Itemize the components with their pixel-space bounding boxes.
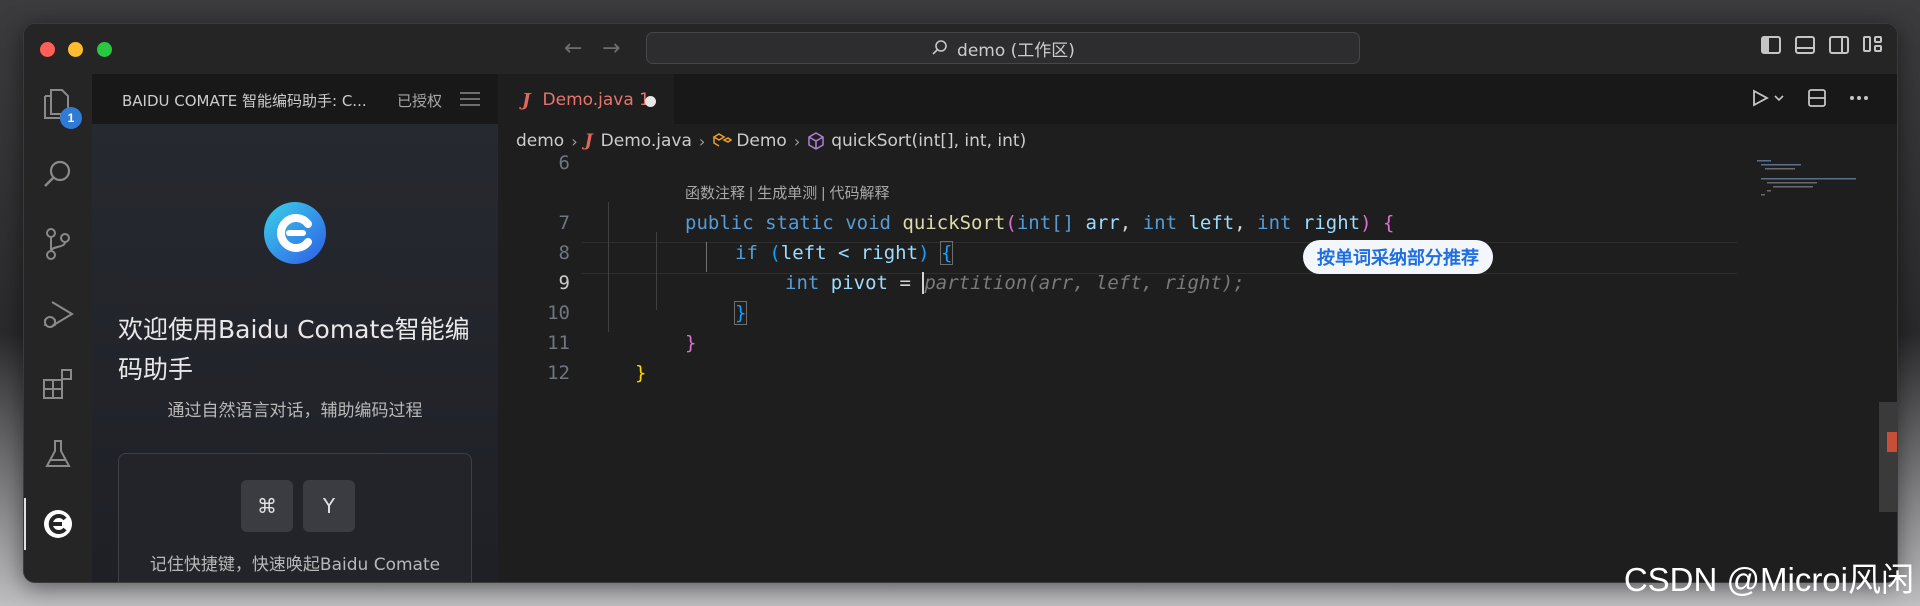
- java-file-icon: J: [522, 89, 531, 111]
- tab-demo-java[interactable]: J Demo.java 1: [498, 74, 674, 124]
- auth-status: 已授权: [397, 92, 443, 110]
- line-number-current: 9: [558, 272, 570, 294]
- line-number: 8: [558, 242, 570, 264]
- method-cube-icon: [808, 132, 824, 150]
- explorer-badge: 1: [60, 107, 82, 129]
- code-editor[interactable]: 6 函数注释 | 生成单测 | 代码解释 7 public static voi…: [498, 152, 1897, 582]
- welcome-title: 欢迎使用Baidu Comate智能编码助手: [118, 315, 470, 384]
- chevron-right-icon: ›: [571, 131, 578, 151]
- tab-bar: J Demo.java 1: [498, 74, 1897, 124]
- customize-layout-icon[interactable]: [1863, 36, 1883, 54]
- layout-controls: [1761, 36, 1883, 54]
- split-editor-icon[interactable]: [1807, 88, 1827, 108]
- java-file-icon: J: [584, 131, 593, 151]
- shortcut-hint: 记住快捷键，快速唤起Baidu Comate: [149, 555, 441, 575]
- shortcut-card: ⌘ Y 记住快捷键，快速唤起Baidu Comate: [118, 453, 472, 582]
- code-line-11: }: [685, 332, 697, 354]
- more-actions-icon[interactable]: [1849, 95, 1869, 101]
- code-line-10: }: [733, 301, 748, 325]
- comate-sidebar: BAIDU COMATE 智能编码助手: C... 已授权 欢迎使用Baidu …: [92, 74, 498, 582]
- class-icon: [712, 133, 733, 147]
- search-icon[interactable]: [24, 144, 92, 204]
- indent-guide-active: [706, 242, 707, 272]
- extensions-icon[interactable]: [24, 354, 92, 414]
- breadcrumb-folder[interactable]: demo: [516, 131, 564, 151]
- breadcrumb-class[interactable]: Demo: [736, 131, 787, 151]
- toggle-panel-icon[interactable]: [1795, 36, 1815, 54]
- chevron-right-icon: ›: [698, 131, 706, 151]
- line-number: 11: [547, 332, 570, 354]
- breadcrumb: demo › J Demo.java › Demo › quickSort(in…: [498, 124, 1897, 158]
- editor-actions: [1751, 88, 1869, 108]
- scrollbar-thumb[interactable]: [1879, 402, 1897, 512]
- sidebar-title: BAIDU COMATE 智能编码助手: C...: [122, 92, 367, 110]
- minimize-window-button[interactable]: [68, 42, 83, 57]
- maximize-window-button[interactable]: [97, 42, 112, 57]
- codelens-actions[interactable]: 函数注释 | 生成单测 | 代码解释: [685, 182, 889, 203]
- unsaved-dot-icon[interactable]: [645, 96, 656, 107]
- title-bar: ← → demo (工作区): [24, 24, 1897, 75]
- line-number: 12: [547, 362, 570, 384]
- command-center[interactable]: demo (工作区): [646, 32, 1360, 64]
- code-line-8: if (left < right) {: [735, 241, 954, 265]
- breadcrumb-method[interactable]: quickSort(int[], int, int): [831, 131, 1026, 151]
- error-marker: [1887, 432, 1897, 452]
- activity-bar: 1: [24, 74, 93, 582]
- source-control-icon[interactable]: [24, 214, 92, 274]
- breadcrumb-file[interactable]: Demo.java: [601, 131, 692, 151]
- comate-logo: [264, 202, 326, 264]
- indent-guide: [656, 232, 657, 310]
- code-line-12: }: [635, 362, 647, 384]
- code-line-7: public static void quickSort(int[] arr, …: [685, 212, 1395, 234]
- search-icon: [932, 40, 947, 55]
- explorer-icon[interactable]: 1: [24, 74, 92, 134]
- close-window-button[interactable]: [40, 42, 55, 57]
- vertical-scrollbar[interactable]: [1879, 158, 1897, 582]
- editor-window: ← → demo (工作区) 1 BAIDU COMATE 智能编码助手: C.…: [23, 23, 1898, 583]
- comate-icon[interactable]: [24, 494, 92, 554]
- welcome-subtitle: 通过自然语言对话，辅助编码过程: [167, 401, 423, 421]
- command-key: ⌘: [241, 480, 293, 532]
- run-icon[interactable]: [1751, 88, 1785, 108]
- testing-flask-icon[interactable]: [24, 424, 92, 484]
- code-line-9: int pivot = partition(arr, left, right);: [785, 272, 1245, 294]
- chevron-right-icon: ›: [793, 131, 801, 151]
- accept-word-hint[interactable]: 按单词采纳部分推荐: [1303, 240, 1493, 274]
- indent-guide: [608, 202, 609, 332]
- minimap[interactable]: [1757, 158, 1867, 218]
- y-key: Y: [303, 480, 355, 532]
- line-number: 10: [547, 302, 570, 324]
- forward-arrow-icon[interactable]: →: [602, 34, 620, 64]
- watermark: CSDN @Microi风闲: [1623, 561, 1914, 598]
- inline-suggestion[interactable]: partition(arr, left, right);: [924, 272, 1244, 294]
- line-number: 7: [558, 212, 570, 234]
- tab-label: Demo.java 1: [542, 90, 650, 110]
- line-number: 6: [558, 152, 570, 174]
- editor-area: J Demo.java 1 demo › J Demo.java › Demo …: [498, 74, 1897, 582]
- toggle-secondary-sidebar-icon[interactable]: [1829, 36, 1849, 54]
- back-arrow-icon[interactable]: ←: [564, 34, 582, 64]
- command-center-label: demo (工作区): [957, 40, 1075, 61]
- toggle-primary-sidebar-icon[interactable]: [1761, 36, 1781, 54]
- run-debug-icon[interactable]: [24, 284, 92, 344]
- sidebar-menu-icon[interactable]: [460, 92, 480, 106]
- sidebar-header: BAIDU COMATE 智能编码助手: C... 已授权: [92, 74, 498, 124]
